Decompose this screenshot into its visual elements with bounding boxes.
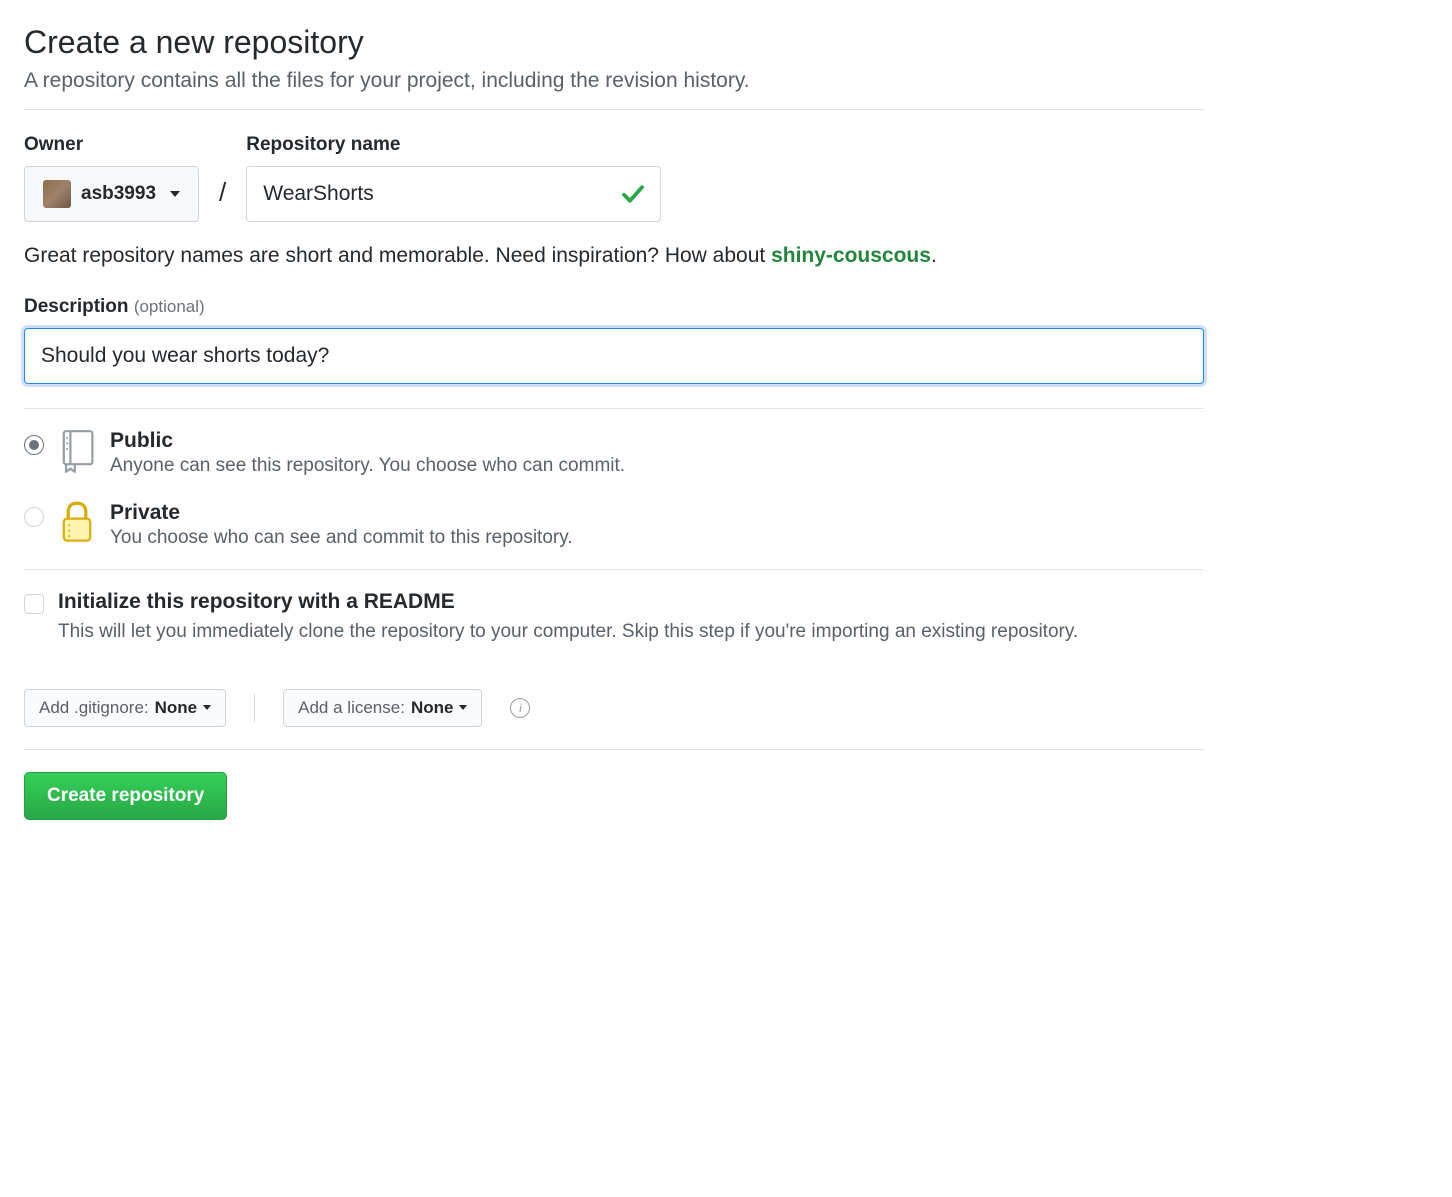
private-radio[interactable] (24, 507, 44, 527)
hint-text: Great repository names are short and mem… (24, 244, 1204, 268)
license-select-button[interactable]: Add a license: None (283, 689, 482, 727)
gitignore-prefix: Add .gitignore: (39, 698, 149, 718)
license-prefix: Add a license: (298, 698, 405, 718)
private-desc: You choose who can see and commit to thi… (110, 527, 573, 549)
lock-icon (58, 501, 96, 545)
page-subtitle: A repository contains all the files for … (24, 69, 1204, 93)
description-input[interactable] (24, 328, 1204, 384)
repo-name-input[interactable] (246, 166, 661, 222)
owner-username: asb3993 (81, 183, 156, 205)
chevron-down-icon (459, 705, 467, 710)
description-label: Description (24, 296, 129, 317)
owner-label: Owner (24, 134, 199, 156)
gitignore-select-button[interactable]: Add .gitignore: None (24, 689, 226, 727)
chevron-down-icon (203, 705, 211, 710)
slash-separator: / (219, 177, 226, 222)
create-repository-button[interactable]: Create repository (24, 772, 227, 820)
public-title: Public (110, 429, 625, 453)
vertical-separator (254, 694, 255, 722)
repo-icon (58, 429, 96, 473)
check-icon (621, 182, 645, 206)
public-desc: Anyone can see this repository. You choo… (110, 455, 625, 477)
readme-checkbox[interactable] (24, 594, 44, 614)
info-icon[interactable]: i (510, 698, 530, 718)
chevron-down-icon (170, 191, 180, 197)
private-title: Private (110, 501, 573, 525)
description-optional: (optional) (134, 297, 205, 316)
readme-title: Initialize this repository with a README (58, 590, 1078, 614)
avatar (43, 180, 71, 208)
owner-select-button[interactable]: asb3993 (24, 166, 199, 222)
public-radio[interactable] (24, 435, 44, 455)
suggestion-link[interactable]: shiny-couscous (771, 244, 931, 267)
readme-desc: This will let you immediately clone the … (58, 618, 1078, 647)
gitignore-value: None (155, 698, 198, 718)
repo-name-label: Repository name (246, 134, 661, 156)
page-title: Create a new repository (24, 24, 1204, 61)
license-value: None (411, 698, 454, 718)
